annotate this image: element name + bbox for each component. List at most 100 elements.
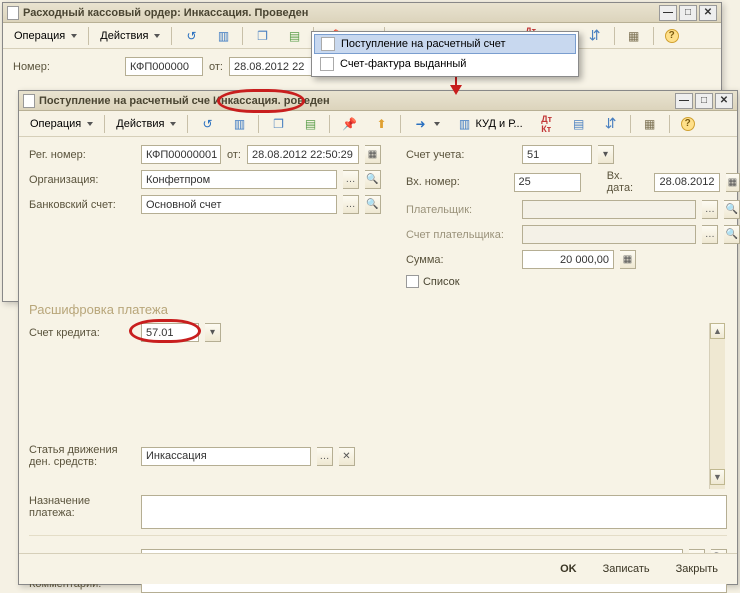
tb-settings-icon[interactable]: ▦ bbox=[619, 25, 649, 47]
window-receipt: Поступление на расчетный сче Инкассация.… bbox=[18, 90, 738, 585]
number-input[interactable]: КФП000000 bbox=[125, 57, 203, 76]
select-button[interactable]: … bbox=[343, 195, 359, 214]
tb-list-icon[interactable]: ▤ bbox=[295, 113, 325, 135]
payer-label: Плательщик: bbox=[406, 204, 516, 216]
titlebar-1[interactable]: Расходный кассовый ордер: Инкассация. Пр… bbox=[3, 3, 721, 23]
title-1: Расходный кассовый ордер: Инкассация. Пр… bbox=[23, 7, 655, 19]
search-icon[interactable]: 🔍 bbox=[724, 225, 740, 244]
select-button[interactable]: … bbox=[317, 447, 333, 466]
list-checkbox[interactable] bbox=[406, 275, 419, 288]
details-panel: Счет кредита: 57.01 ▾ Статья движенияден… bbox=[29, 323, 727, 489]
number-label: Номер: bbox=[13, 61, 119, 73]
minimize-button[interactable]: — bbox=[675, 93, 693, 109]
tb-structure-icon[interactable]: ⇵ bbox=[596, 113, 626, 135]
operation-menu[interactable]: Операция bbox=[7, 25, 84, 47]
document-icon bbox=[7, 6, 19, 20]
credit-label: Счет кредита: bbox=[29, 327, 135, 339]
scrollbar[interactable]: ▲ ▼ bbox=[709, 323, 725, 489]
select-button[interactable]: … bbox=[702, 225, 718, 244]
bank-input[interactable]: Основной счет bbox=[141, 195, 337, 214]
menu-item-invoice[interactable]: Счет-фактура выданный bbox=[314, 54, 576, 74]
menu-item-label: Счет-фактура выданный bbox=[340, 58, 466, 70]
from-label: от: bbox=[209, 61, 223, 73]
date-input[interactable]: 28.08.2012 22 bbox=[229, 57, 313, 76]
document-icon bbox=[23, 94, 35, 108]
minimize-button[interactable]: — bbox=[659, 5, 677, 21]
maximize-button[interactable]: □ bbox=[679, 5, 697, 21]
operation-menu[interactable]: Операция bbox=[23, 113, 100, 135]
annotation-circle-title bbox=[217, 89, 305, 113]
annotation-circle-credit bbox=[129, 319, 201, 343]
regno-input[interactable]: КФП00000001 bbox=[141, 145, 221, 164]
payer-acct-label: Счет плательщика: bbox=[406, 229, 516, 241]
sum-label: Сумма: bbox=[406, 254, 516, 266]
actions-menu[interactable]: Действия bbox=[109, 113, 183, 135]
doc-icon bbox=[320, 57, 334, 71]
payer-acct-input bbox=[522, 225, 696, 244]
tb-dtkt-icon[interactable]: ДтКт bbox=[532, 113, 562, 135]
tb-list-icon[interactable]: ▤ bbox=[279, 25, 309, 47]
select-button[interactable]: … bbox=[702, 200, 718, 219]
dest-input[interactable] bbox=[141, 495, 727, 529]
toolbar-2: Операция Действия ↺ ▥ ❐ ▤ 📌 ⬆ ➜ ▥КУД и Р… bbox=[19, 111, 737, 137]
actions-menu[interactable]: Действия bbox=[93, 25, 167, 47]
calc-button[interactable]: ▦ bbox=[620, 250, 636, 269]
tb-create-based-menu[interactable]: ➜ bbox=[405, 113, 447, 135]
search-icon[interactable]: 🔍 bbox=[365, 170, 381, 189]
acct-input[interactable]: 51 bbox=[522, 145, 592, 164]
date-picker-button[interactable]: ▦ bbox=[726, 173, 740, 192]
dropdown-button[interactable]: ▾ bbox=[598, 145, 614, 164]
menu-item-label: Поступление на расчетный счет bbox=[341, 38, 506, 50]
tb-help-icon[interactable]: ? bbox=[658, 25, 686, 47]
tb-doc-icon[interactable]: ▥ bbox=[208, 25, 238, 47]
tb-structure-icon[interactable]: ⇵ bbox=[580, 25, 610, 47]
acct-label: Счет учета: bbox=[406, 149, 516, 161]
tb-settings-icon[interactable]: ▦ bbox=[635, 113, 665, 135]
maximize-button[interactable]: □ bbox=[695, 93, 713, 109]
close-button[interactable]: Закрыть bbox=[667, 560, 727, 578]
tb-help-icon[interactable]: ? bbox=[674, 113, 702, 135]
menu-item-receipt[interactable]: Поступление на расчетный счет bbox=[314, 34, 576, 54]
create-based-dropdown: Поступление на расчетный счет Счет-факту… bbox=[311, 31, 579, 77]
close-button[interactable]: ✕ bbox=[715, 93, 733, 109]
dropdown-button[interactable]: ▾ bbox=[205, 323, 221, 342]
from-label: от: bbox=[227, 149, 241, 161]
search-icon[interactable]: 🔍 bbox=[724, 200, 740, 219]
scroll-up-icon[interactable]: ▲ bbox=[710, 323, 725, 339]
section-title: Расшифровка платежа bbox=[29, 302, 727, 317]
clear-button[interactable]: ✕ bbox=[339, 447, 355, 466]
tb-copy-icon[interactable]: ❐ bbox=[263, 113, 293, 135]
search-icon[interactable]: 🔍 bbox=[365, 195, 381, 214]
tb-upload-icon[interactable]: ⬆ bbox=[366, 113, 396, 135]
tb-pin-icon[interactable]: 📌 bbox=[334, 113, 364, 135]
tb-refresh-icon[interactable]: ↺ bbox=[192, 113, 222, 135]
tb-kud-button[interactable]: ▥КУД и Р... bbox=[449, 113, 529, 135]
scroll-down-icon[interactable]: ▼ bbox=[710, 469, 725, 485]
org-label: Организация: bbox=[29, 174, 135, 186]
payer-input bbox=[522, 200, 696, 219]
regdate-input[interactable]: 28.08.2012 22:50:29 bbox=[247, 145, 359, 164]
date-picker-button[interactable]: ▦ bbox=[365, 145, 381, 164]
tb-copy-icon[interactable]: ❐ bbox=[247, 25, 277, 47]
stat-input[interactable]: Инкассация bbox=[141, 447, 311, 466]
tb-doc-icon[interactable]: ▥ bbox=[224, 113, 254, 135]
select-button[interactable]: … bbox=[343, 170, 359, 189]
tb-report-icon[interactable]: ▤ bbox=[564, 113, 594, 135]
sum-input[interactable]: 20 000,00 bbox=[522, 250, 614, 269]
save-button[interactable]: Записать bbox=[594, 560, 659, 578]
doc-icon bbox=[321, 37, 335, 51]
vhdate-input[interactable]: 28.08.2012 bbox=[654, 173, 719, 192]
vhno-input[interactable]: 25 bbox=[514, 173, 581, 192]
bank-label: Банковский счет: bbox=[29, 199, 135, 211]
vhdate-label: Вх. дата: bbox=[607, 170, 649, 194]
stat-label: Статья движенияден. средств: bbox=[29, 444, 135, 468]
list-checkbox-label: Список bbox=[423, 276, 460, 288]
titlebar-2[interactable]: Поступление на расчетный сче Инкассация.… bbox=[19, 91, 737, 111]
close-button[interactable]: ✕ bbox=[699, 5, 717, 21]
org-input[interactable]: Конфетпром bbox=[141, 170, 337, 189]
form-body-2: Рег. номер: КФП00000001 от: 28.08.2012 2… bbox=[19, 137, 737, 555]
vhno-label: Вх. номер: bbox=[406, 176, 508, 188]
tb-refresh-icon[interactable]: ↺ bbox=[176, 25, 206, 47]
title-2: Поступление на расчетный сче Инкассация.… bbox=[39, 95, 671, 107]
ok-button[interactable]: OK bbox=[551, 560, 586, 578]
